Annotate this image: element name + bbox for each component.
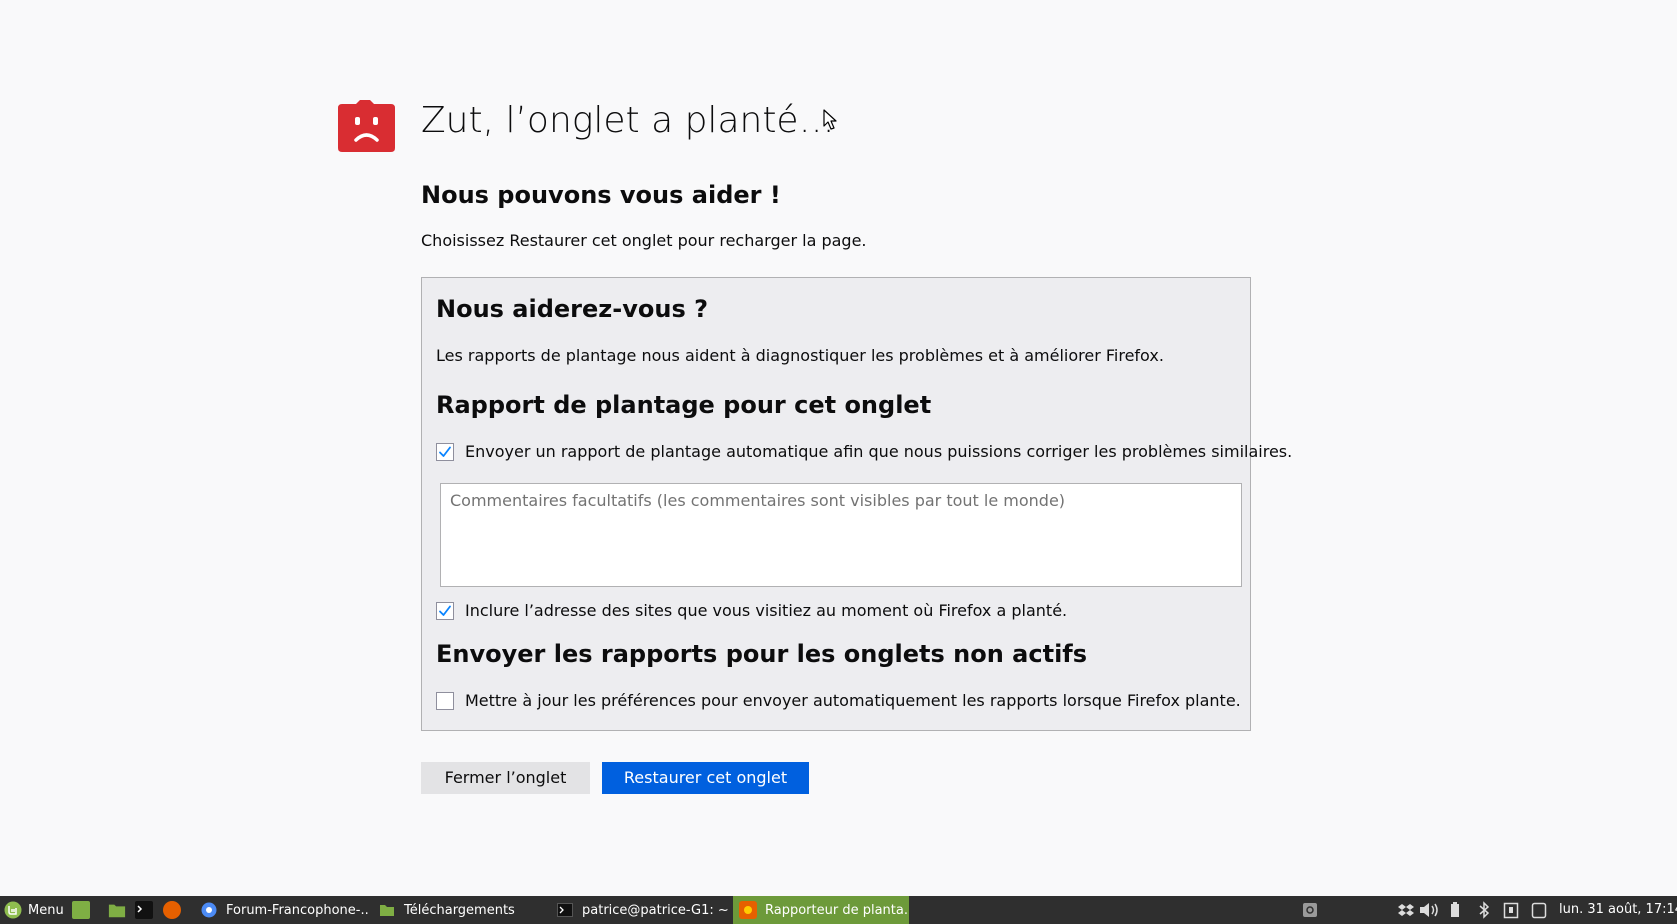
window-label: patrice@patrice-G1: ~: [582, 902, 728, 918]
terminal-icon: [556, 901, 574, 919]
help-heading: Nous pouvons vous aider !: [421, 181, 781, 209]
firefox-launcher[interactable]: [163, 896, 181, 924]
folder-icon: [108, 901, 126, 919]
mouse-cursor-icon: [823, 109, 837, 130]
background-reports-heading: Envoyer les rapports pour les onglets no…: [436, 640, 1088, 668]
terminal-launcher[interactable]: [135, 896, 153, 924]
terminal-icon: [135, 901, 153, 919]
auto-submit-option[interactable]: Mettre à jour les préférences pour envoy…: [436, 690, 1241, 712]
firefox-icon: [739, 901, 757, 919]
send-report-option[interactable]: Envoyer un rapport de plantage automatiq…: [436, 441, 1292, 463]
start-menu-button[interactable]: Menu: [4, 896, 64, 924]
include-url-checkbox[interactable]: [436, 602, 454, 620]
checkmark-icon: [439, 605, 451, 616]
crash-page: Zut, l’onglet a planté… Nous pouvons vou…: [0, 0, 1677, 924]
crash-report-box: Nous aiderez-vous ? Les rapports de plan…: [421, 277, 1292, 731]
bluetooth-icon[interactable]: [1478, 901, 1490, 919]
send-report-checkbox[interactable]: [436, 443, 454, 461]
chrome-icon: [200, 901, 218, 919]
taskbar: Menu Forum-Francophone-... Téléchargemen…: [0, 896, 1677, 924]
page-title: Zut, l’onglet a planté…: [421, 100, 835, 141]
tab-report-heading: Rapport de plantage pour cet onglet: [436, 391, 932, 419]
crash-content: Nous pouvons vous aider ! Choisissez Res…: [421, 178, 1292, 731]
auto-submit-label: Mettre à jour les préférences pour envoy…: [465, 691, 1241, 710]
taskbar-window-chrome[interactable]: Forum-Francophone-...: [200, 896, 368, 924]
battery-icon[interactable]: [1449, 901, 1461, 919]
dropbox-icon[interactable]: [1398, 901, 1414, 919]
show-desktop-launcher[interactable]: [72, 896, 90, 924]
taskbar-window-terminal[interactable]: patrice@patrice-G1: ~: [556, 896, 728, 924]
files-launcher[interactable]: [108, 896, 126, 924]
folder-icon: [378, 901, 396, 919]
taskbar-window-downloads[interactable]: Téléchargements: [378, 896, 538, 924]
firefox-icon: [163, 901, 181, 919]
taskbar-window-crash-reporter[interactable]: Rapporteur de planta...: [733, 896, 909, 924]
report-box-description: Les rapports de plantage nous aident à d…: [436, 346, 1164, 365]
desktop-icon: [72, 901, 90, 919]
notifications-icon[interactable]: [1531, 901, 1547, 919]
update-manager-icon[interactable]: [1302, 901, 1318, 919]
sad-tab-icon: [338, 100, 395, 152]
help-text: Choisissez Restaurer cet onglet pour rec…: [421, 231, 867, 250]
mint-logo-icon: [4, 901, 22, 919]
menu-label: Menu: [28, 902, 64, 918]
send-report-label: Envoyer un rapport de plantage automatiq…: [465, 442, 1293, 461]
auto-submit-checkbox[interactable]: [436, 692, 454, 710]
report-box-heading: Nous aiderez-vous ?: [436, 295, 709, 323]
include-url-label: Inclure l’adresse des sites que vous vis…: [465, 601, 1068, 620]
include-url-option[interactable]: Inclure l’adresse des sites que vous vis…: [436, 600, 1067, 622]
window-label: Forum-Francophone-...: [226, 902, 368, 918]
checkmark-icon: [439, 446, 451, 457]
clipboard-icon[interactable]: [1503, 901, 1519, 919]
restore-tab-button[interactable]: Restaurer cet onglet: [602, 762, 809, 794]
volume-icon[interactable]: [1419, 901, 1441, 919]
comments-field[interactable]: [440, 483, 1242, 587]
close-tab-button[interactable]: Fermer l’onglet: [421, 762, 590, 794]
window-label: Téléchargements: [404, 902, 515, 918]
clock[interactable]: lun. 31 août, 17:14: [1559, 896, 1677, 924]
window-label: Rapporteur de planta...: [765, 902, 909, 918]
